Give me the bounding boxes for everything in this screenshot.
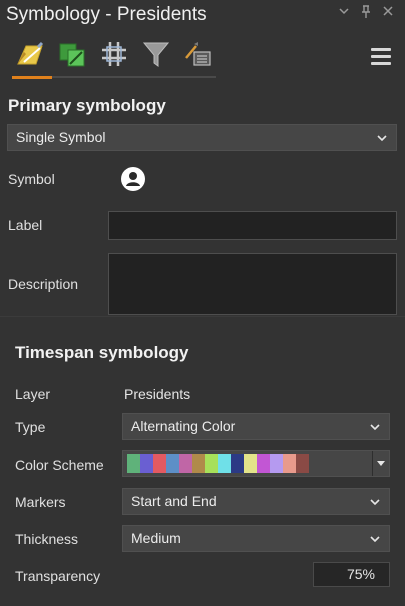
primary-symbology-icon xyxy=(17,41,44,65)
transparency-label: Transparency xyxy=(15,568,101,584)
markers-dropdown[interactable]: Start and End xyxy=(122,488,390,515)
close-icon[interactable] xyxy=(380,5,396,21)
pin-icon[interactable] xyxy=(358,5,374,21)
layer-label: Layer xyxy=(15,386,51,402)
person-icon xyxy=(121,167,145,191)
symbology-method-value: Single Symbol xyxy=(16,129,106,145)
color-swatch xyxy=(218,454,231,473)
type-value: Alternating Color xyxy=(131,418,236,434)
thickness-label: Thickness xyxy=(15,531,79,547)
chevron-down-icon[interactable] xyxy=(336,5,352,21)
symbol-label: Symbol xyxy=(8,171,55,187)
color-swatch xyxy=(140,454,153,473)
color-scheme-label: Color Scheme xyxy=(15,457,104,473)
color-swatch xyxy=(153,454,166,473)
chevron-down-icon xyxy=(369,414,381,439)
vary-symbology-tab[interactable] xyxy=(96,34,132,74)
type-dropdown[interactable]: Alternating Color xyxy=(122,413,390,440)
symbol-preview-button[interactable] xyxy=(120,166,146,192)
color-swatch xyxy=(192,454,205,473)
color-swatch xyxy=(283,454,296,473)
active-tab-indicator xyxy=(12,76,52,79)
color-swatch xyxy=(296,454,309,473)
color-scheme-dropdown[interactable] xyxy=(122,450,390,477)
description-label: Description xyxy=(8,276,79,292)
label-label: Label xyxy=(8,217,43,233)
primary-symbology-heading: Primary symbology xyxy=(8,96,166,115)
primary-symbology-tab[interactable] xyxy=(12,34,48,74)
symbology-method-dropdown[interactable]: Single Symbol xyxy=(7,124,397,151)
color-swatch xyxy=(257,454,270,473)
symbol-layer-drawing-tab[interactable] xyxy=(180,34,216,74)
secondary-symbology-icon xyxy=(59,43,85,67)
secondary-symbology-tab[interactable] xyxy=(54,34,90,74)
chevron-down-icon xyxy=(376,125,388,150)
vary-symbology-icon xyxy=(102,42,126,66)
description-input[interactable] xyxy=(108,253,397,315)
color-swatch xyxy=(244,454,257,473)
title-bar: Symbology - Presidents xyxy=(0,0,405,30)
thickness-dropdown[interactable]: Medium xyxy=(122,525,390,552)
markers-label: Markers xyxy=(15,494,66,510)
funnel-icon xyxy=(142,42,170,67)
label-input[interactable] xyxy=(108,211,397,240)
color-swatch xyxy=(127,454,140,473)
markers-value: Start and End xyxy=(131,493,217,509)
layer-value: Presidents xyxy=(124,386,191,402)
section-divider xyxy=(0,316,405,317)
color-swatch xyxy=(166,454,179,473)
color-swatch xyxy=(179,454,192,473)
triangle-down-icon xyxy=(372,451,389,476)
color-swatch xyxy=(270,454,283,473)
chevron-down-icon xyxy=(369,526,381,551)
timespan-symbology-heading: Timespan symbology xyxy=(15,343,189,362)
color-swatch xyxy=(231,454,244,473)
color-swatch xyxy=(205,454,218,473)
symbol-filter-tab[interactable] xyxy=(138,34,174,74)
symbology-tabs xyxy=(8,34,216,80)
color-ramp xyxy=(127,454,309,473)
menu-icon[interactable] xyxy=(371,48,391,66)
type-label: Type xyxy=(15,419,46,435)
symbol-layer-drawing-icon xyxy=(185,42,211,66)
transparency-input[interactable]: 75% xyxy=(313,562,390,587)
pane-title: Symbology - Presidents xyxy=(6,4,207,25)
chevron-down-icon xyxy=(369,489,381,514)
thickness-value: Medium xyxy=(131,530,181,546)
